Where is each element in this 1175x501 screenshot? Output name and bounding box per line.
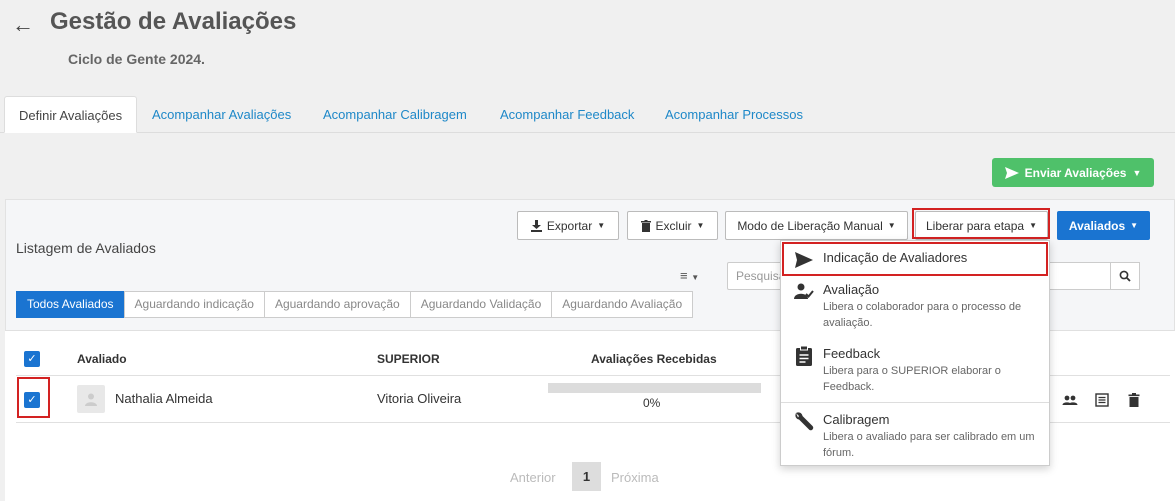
tab-definir-avaliacoes[interactable]: Definir Avaliações: [4, 96, 138, 133]
export-button[interactable]: Exportar ▼: [517, 211, 619, 240]
page-subtitle: Ciclo de Gente 2024.: [68, 51, 205, 67]
subtab-todos-avaliados[interactable]: Todos Avaliados: [16, 291, 125, 318]
release-stage-highlight: [912, 208, 1050, 239]
caret-down-icon: ▼: [887, 221, 896, 230]
release-mode-label: Modo de Liberação Manual: [737, 218, 883, 233]
delete-button[interactable]: Excluir ▼: [627, 211, 718, 240]
trash-icon[interactable]: [1126, 392, 1142, 408]
caret-down-icon: ▼: [696, 221, 705, 230]
pagination-next[interactable]: Próxima: [611, 470, 659, 485]
clipboard-icon: [796, 345, 812, 366]
caret-down-icon: ▼: [691, 273, 700, 282]
subtab-aguardando-indicacao[interactable]: Aguardando indicação: [123, 291, 265, 318]
menu-item-title: Calibragem: [823, 412, 890, 427]
send-icon: [1004, 166, 1019, 179]
delete-label: Excluir: [655, 218, 692, 233]
filter-sort-button[interactable]: ≡ ▼: [680, 268, 699, 283]
menu-item-description: Libera para o SUPERIOR elaborar o Feedba…: [823, 365, 1001, 393]
user-placeholder-icon: [85, 393, 97, 406]
evaluated-dropdown-button[interactable]: Avaliados ▼: [1057, 211, 1150, 240]
column-header-evaluated: Avaliado: [77, 352, 127, 366]
select-all-checkbox[interactable]: ✓: [24, 351, 40, 367]
back-arrow-icon[interactable]: ←: [12, 12, 34, 38]
tab-acompanhar-calibragem[interactable]: Acompanhar Calibragem: [309, 96, 481, 133]
download-icon: [530, 219, 542, 232]
trash-icon: [640, 219, 651, 232]
menu-item-highlight: [782, 242, 1048, 276]
column-header-received: Avaliações Recebidas: [591, 352, 717, 366]
subtab-aguardando-aprovacao[interactable]: Aguardando aprovação: [263, 291, 411, 318]
menu-divider: [781, 402, 1049, 403]
release-mode-dropdown[interactable]: Modo de Liberação Manual ▼: [725, 211, 908, 240]
page-title: Gestão de Avaliações: [50, 8, 297, 35]
received-progress-bar: [548, 383, 761, 393]
list-title: Listagem de Avaliados: [16, 240, 156, 256]
people-icon[interactable]: [1062, 392, 1078, 408]
pagination-previous[interactable]: Anterior: [510, 470, 556, 485]
tab-acompanhar-feedback[interactable]: Acompanhar Feedback: [486, 96, 648, 133]
wrench-icon: [795, 412, 814, 431]
page-header: ← Gestão de Avaliações Ciclo de Gente 20…: [0, 0, 1175, 95]
send-evaluations-button[interactable]: Enviar Avaliações ▼: [992, 158, 1154, 187]
caret-down-icon: ▼: [597, 221, 606, 230]
menu-item-feedback[interactable]: Feedback Libera para o SUPERIOR elaborar…: [781, 343, 1049, 395]
status-filter-tabs: Todos Avaliados Aguardando indicação Agu…: [16, 291, 694, 318]
menu-item-description: Libera o avaliado para ser calibrado em …: [823, 431, 1035, 459]
subtab-aguardando-avaliacao[interactable]: Aguardando Avaliação: [551, 291, 694, 318]
main-tabs: Definir Avaliações Acompanhar Avaliações…: [0, 96, 1175, 133]
menu-item-calibragem[interactable]: Calibragem Libera o avaliado para ser ca…: [781, 409, 1049, 461]
caret-down-icon: ▼: [1130, 221, 1139, 230]
search-button[interactable]: [1110, 262, 1140, 290]
menu-item-description: Libera o colaborador para o processo de …: [823, 301, 1022, 329]
filter-lines-icon: ≡: [680, 268, 688, 283]
superior-name: Vitoria Oliveira: [377, 391, 462, 406]
evaluated-name[interactable]: Nathalia Almeida: [115, 391, 213, 406]
menu-item-title: Feedback: [823, 346, 881, 361]
received-progress-value: 0%: [643, 396, 661, 410]
pagination-current-page[interactable]: 1: [572, 462, 601, 491]
caret-down-icon: ▼: [1132, 167, 1142, 178]
tab-acompanhar-processos[interactable]: Acompanhar Processos: [651, 96, 817, 133]
menu-item-title: Avaliação: [823, 282, 880, 297]
avatar: [77, 385, 105, 413]
column-header-superior: SUPERIOR: [377, 352, 440, 366]
menu-item-avaliacao[interactable]: Avaliação Libera o colaborador para o pr…: [781, 279, 1049, 331]
subtab-aguardando-validacao[interactable]: Aguardando Validação: [409, 291, 553, 318]
person-check-icon: [794, 283, 814, 299]
row-checkbox-highlight: [17, 377, 50, 418]
details-list-icon[interactable]: [1094, 392, 1110, 408]
send-evaluations-label: Enviar Avaliações: [1024, 165, 1127, 180]
tab-acompanhar-avaliacoes[interactable]: Acompanhar Avaliações: [138, 96, 305, 133]
search-icon: [1119, 270, 1131, 282]
export-label: Exportar: [546, 218, 593, 233]
evaluated-label: Avaliados: [1068, 218, 1126, 233]
